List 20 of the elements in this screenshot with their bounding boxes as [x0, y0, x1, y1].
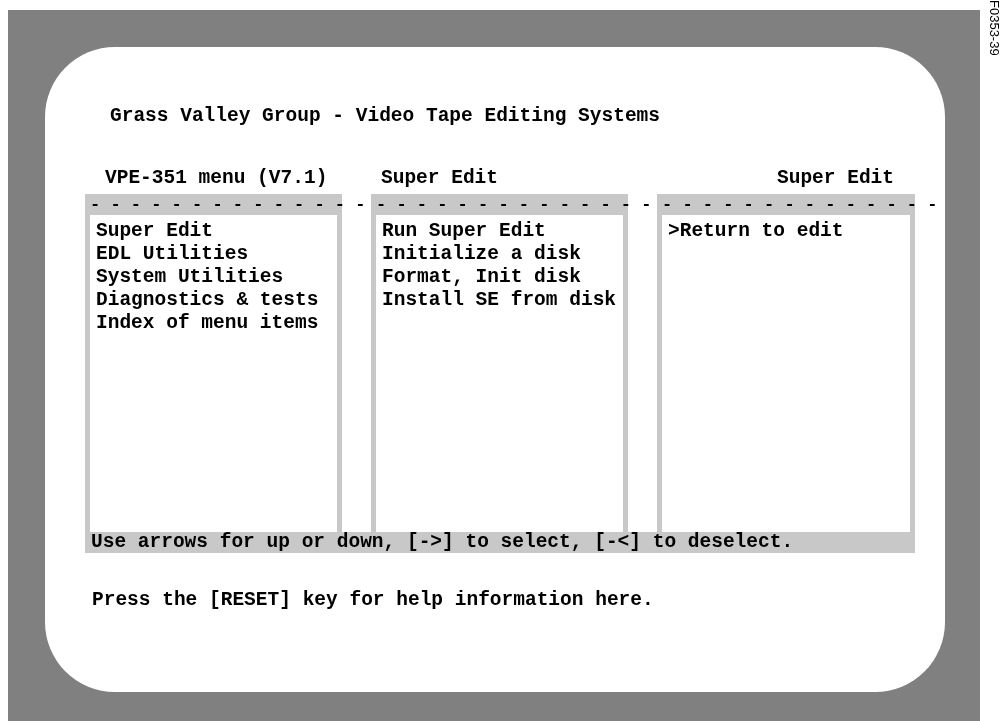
dashed-rule: - - - - - - - - - - - - - - — [662, 194, 938, 215]
menu-item[interactable]: Format, Init disk — [382, 266, 623, 289]
menu-heading: Super Edit — [381, 166, 499, 192]
menu-item[interactable]: Diagnostics & tests — [96, 289, 337, 312]
menu-item[interactable]: Index of menu items — [96, 312, 337, 335]
menu-heading: Super Edit — [777, 166, 895, 192]
menu-item[interactable]: Initialize a disk — [382, 243, 623, 266]
help-line: Press the [RESET] key for help information here. — [91, 588, 655, 612]
menu-item[interactable]: EDL Utilities — [96, 243, 337, 266]
menu-item[interactable]: Install SE from disk — [382, 289, 623, 312]
menu-item[interactable]: >Return to edit — [668, 220, 910, 243]
menu-heading: VPE-351 menu (V7.1) — [105, 166, 328, 192]
window-title: Grass Valley Group - Video Tape Editing Systems — [109, 104, 661, 128]
menu-item[interactable]: System Utilities — [96, 266, 337, 289]
status-bar: Use arrows for up or down, [->] to select, [-<] to deselect. — [85, 532, 915, 553]
menu-item[interactable]: Run Super Edit — [382, 220, 623, 243]
dashed-rule: - - - - - - - - - - - - - - — [90, 194, 366, 215]
dashed-rule: - - - - - - - - - - - - - - — [376, 194, 652, 215]
figure-label: F0353-39 — [987, 0, 1001, 56]
menu-item[interactable]: Super Edit — [96, 220, 337, 243]
